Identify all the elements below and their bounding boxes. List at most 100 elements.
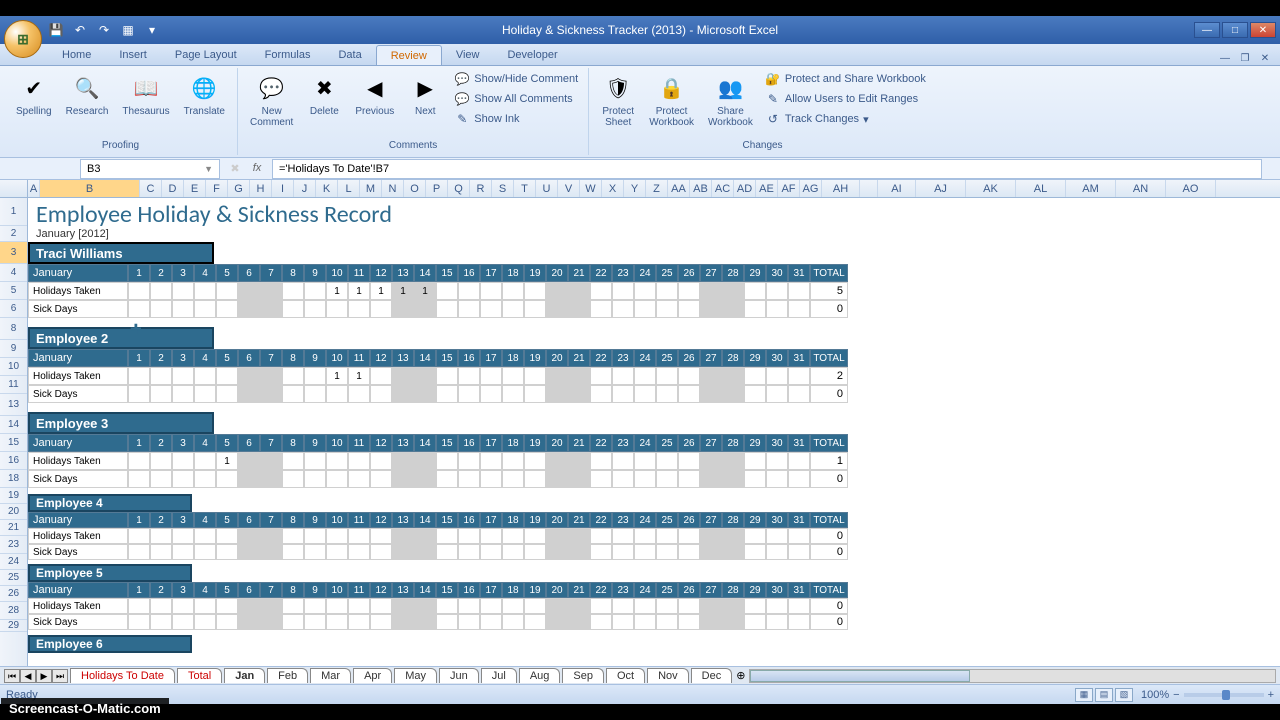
- data-cell[interactable]: [656, 282, 678, 300]
- data-cell[interactable]: [260, 598, 282, 614]
- data-cell[interactable]: [722, 282, 744, 300]
- data-cell[interactable]: [502, 300, 524, 318]
- new-sheet-icon[interactable]: ⊕: [736, 669, 745, 682]
- data-cell[interactable]: [326, 452, 348, 470]
- data-cell[interactable]: [414, 614, 436, 630]
- tab-view[interactable]: View: [442, 45, 494, 65]
- data-cell[interactable]: [722, 300, 744, 318]
- sheet-tab[interactable]: Jun: [439, 668, 479, 683]
- data-cell[interactable]: [304, 614, 326, 630]
- data-cell[interactable]: [744, 598, 766, 614]
- zoom-slider[interactable]: [1184, 693, 1264, 697]
- data-cell[interactable]: [634, 300, 656, 318]
- data-cell[interactable]: [238, 385, 260, 403]
- scroll-thumb[interactable]: [750, 670, 970, 682]
- data-cell[interactable]: [392, 528, 414, 544]
- data-cell[interactable]: [502, 452, 524, 470]
- data-cell[interactable]: [128, 367, 150, 385]
- page-layout-view-icon[interactable]: ▤: [1095, 688, 1113, 702]
- protect-workbook-button[interactable]: 🔒Protect Workbook: [645, 70, 698, 130]
- data-cell[interactable]: [326, 528, 348, 544]
- row-header[interactable]: 4: [0, 264, 27, 282]
- data-cell[interactable]: [634, 367, 656, 385]
- data-cell[interactable]: [766, 385, 788, 403]
- data-cell[interactable]: [238, 300, 260, 318]
- sheet-tab[interactable]: Aug: [519, 668, 561, 683]
- col-header[interactable]: AG: [800, 180, 822, 197]
- data-cell[interactable]: [216, 614, 238, 630]
- data-cell[interactable]: 1: [326, 367, 348, 385]
- close-button[interactable]: ✕: [1250, 22, 1276, 38]
- row-header[interactable]: 28: [0, 602, 27, 620]
- col-header[interactable]: AL: [1016, 180, 1066, 197]
- data-cell[interactable]: [502, 367, 524, 385]
- col-header[interactable]: AO: [1166, 180, 1216, 197]
- data-cell[interactable]: [590, 470, 612, 488]
- col-header[interactable]: W: [580, 180, 602, 197]
- data-cell[interactable]: [216, 598, 238, 614]
- data-cell[interactable]: [150, 528, 172, 544]
- data-cell[interactable]: [326, 614, 348, 630]
- data-cell[interactable]: [744, 544, 766, 560]
- data-cell[interactable]: [546, 367, 568, 385]
- data-cell[interactable]: [568, 367, 590, 385]
- col-header[interactable]: D: [162, 180, 184, 197]
- data-cell[interactable]: [788, 300, 810, 318]
- data-cell[interactable]: [722, 614, 744, 630]
- col-header[interactable]: F: [206, 180, 228, 197]
- col-header[interactable]: [860, 180, 878, 197]
- data-cell[interactable]: [216, 528, 238, 544]
- data-cell[interactable]: [480, 385, 502, 403]
- data-cell[interactable]: [568, 282, 590, 300]
- row-header[interactable]: 8: [0, 318, 27, 340]
- data-cell[interactable]: 1: [326, 282, 348, 300]
- data-cell[interactable]: [150, 544, 172, 560]
- qat-dropdown-icon[interactable]: ▾: [144, 22, 160, 38]
- data-cell[interactable]: [568, 452, 590, 470]
- row-header[interactable]: 1: [0, 198, 27, 226]
- row-header[interactable]: 5: [0, 282, 27, 300]
- data-cell[interactable]: [238, 452, 260, 470]
- data-cell[interactable]: [502, 544, 524, 560]
- data-cell[interactable]: [260, 470, 282, 488]
- data-cell[interactable]: [414, 544, 436, 560]
- translate-button[interactable]: 🌐Translate: [180, 70, 229, 119]
- data-cell[interactable]: [744, 282, 766, 300]
- row-header[interactable]: 26: [0, 586, 27, 602]
- undo-icon[interactable]: ↶: [72, 22, 88, 38]
- data-cell[interactable]: [766, 528, 788, 544]
- data-cell[interactable]: [612, 470, 634, 488]
- data-cell[interactable]: [238, 544, 260, 560]
- data-cell[interactable]: [480, 598, 502, 614]
- data-cell[interactable]: [392, 385, 414, 403]
- data-cell[interactable]: [436, 544, 458, 560]
- data-cell[interactable]: [304, 470, 326, 488]
- row-header[interactable]: 25: [0, 570, 27, 586]
- normal-view-icon[interactable]: ▦: [1075, 688, 1093, 702]
- qat-icon[interactable]: ▦: [120, 22, 136, 38]
- data-cell[interactable]: [216, 300, 238, 318]
- data-cell[interactable]: [150, 367, 172, 385]
- data-cell[interactable]: 1: [414, 282, 436, 300]
- data-cell[interactable]: [700, 367, 722, 385]
- data-cell[interactable]: [304, 544, 326, 560]
- data-cell[interactable]: [128, 598, 150, 614]
- horizontal-scrollbar[interactable]: [749, 669, 1276, 683]
- row-header[interactable]: 19: [0, 488, 27, 504]
- sheet-tab[interactable]: May: [394, 668, 437, 683]
- data-cell[interactable]: [238, 614, 260, 630]
- data-cell[interactable]: [282, 614, 304, 630]
- delete-comment-button[interactable]: ✖Delete: [303, 70, 345, 119]
- data-cell[interactable]: [150, 385, 172, 403]
- data-cell[interactable]: [788, 544, 810, 560]
- data-cell[interactable]: [172, 598, 194, 614]
- col-header[interactable]: AD: [734, 180, 756, 197]
- row-header[interactable]: 29: [0, 620, 27, 632]
- data-cell[interactable]: [458, 367, 480, 385]
- data-cell[interactable]: [546, 528, 568, 544]
- data-cell[interactable]: [788, 282, 810, 300]
- data-cell[interactable]: [546, 282, 568, 300]
- data-cell[interactable]: [392, 470, 414, 488]
- sheet-tab[interactable]: Total: [177, 668, 222, 683]
- row-header[interactable]: 21: [0, 520, 27, 536]
